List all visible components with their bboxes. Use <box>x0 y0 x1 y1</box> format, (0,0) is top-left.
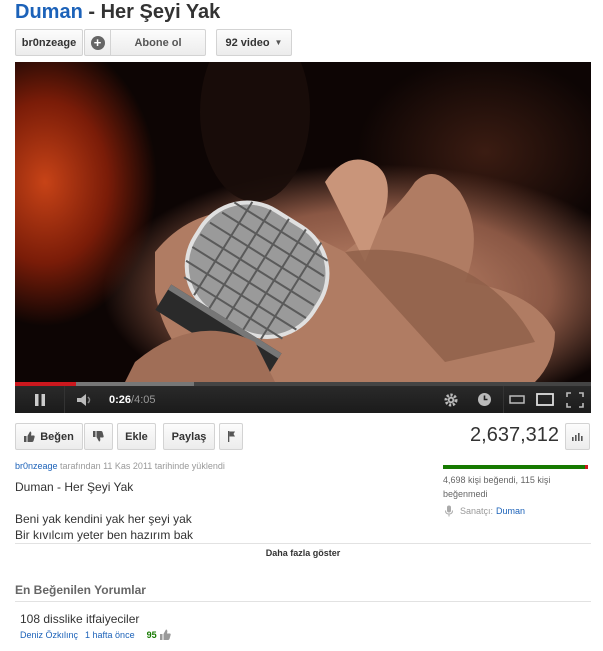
time-display: 0:26 / 4:05 <box>109 386 156 413</box>
large-player-icon[interactable] <box>532 386 558 413</box>
dislike-button[interactable] <box>84 423 113 450</box>
chevron-down-icon: ▼ <box>274 38 283 47</box>
comment-meta: Deniz Özkılınç 1 hafta önce 95 <box>20 629 171 640</box>
current-time: 0:26 <box>109 393 132 406</box>
view-count: 2,637,312 <box>470 424 559 446</box>
flag-button[interactable] <box>219 423 243 450</box>
small-player-icon[interactable] <box>503 386 529 413</box>
fullscreen-icon[interactable] <box>561 386 589 413</box>
subscribe-plus-icon: + <box>85 30 111 55</box>
comment-text: 108 disslike itfaiyeciler <box>20 612 140 626</box>
uploader-link[interactable]: br0nzeage <box>15 461 58 471</box>
subscribe-button[interactable]: + Abone ol <box>84 29 206 56</box>
like-dislike-bar <box>443 465 588 469</box>
watch-later-icon[interactable] <box>472 386 496 413</box>
artist-link[interactable]: Duman <box>496 506 525 516</box>
subscribe-label: Abone ol <box>134 36 182 49</box>
description-title: Duman - Her Şeyi Yak <box>15 480 134 494</box>
comments-divider <box>15 601 591 602</box>
video-player[interactable]: 0:26 / 4:05 <box>15 62 591 413</box>
video-title-separator: - <box>82 1 101 23</box>
thumbs-down-icon <box>93 431 104 442</box>
video-count-label: 92 video <box>225 36 270 49</box>
top-comments-heading: En Beğenilen Yorumlar <box>15 583 146 597</box>
comment-author[interactable]: Deniz Özkılınç <box>20 630 78 640</box>
thumbs-up-icon <box>24 431 35 442</box>
microphone-hand-image <box>125 62 555 382</box>
upload-date-text: tarafından 11 Kas 2011 tarihinde yüklend… <box>57 461 225 471</box>
share-label: Paylaş <box>171 430 207 443</box>
artist-info: Sanatçı: Duman <box>443 505 525 517</box>
microphone-icon <box>445 505 453 517</box>
upload-info: br0nzeage tarafından 11 Kas 2011 tarihin… <box>15 461 225 471</box>
comment-time[interactable]: 1 hafta önce <box>85 630 135 640</box>
stats-icon <box>572 433 583 441</box>
video-title-song: Her Şeyi Yak <box>100 1 221 23</box>
volume-icon[interactable] <box>70 386 100 413</box>
thumbs-up-icon[interactable] <box>159 629 171 640</box>
pause-icon[interactable] <box>15 386 65 413</box>
duration: 4:05 <box>134 393 156 406</box>
gear-icon[interactable] <box>439 386 463 413</box>
add-label: Ekle <box>125 430 148 443</box>
artist-label: Sanatçı: <box>460 506 494 516</box>
description-line-1: Beni yak kendini yak her şeyi yak <box>15 512 192 526</box>
show-more-button[interactable]: Daha fazla göster <box>15 543 591 562</box>
channel-name: br0nzeage <box>21 36 77 49</box>
rating-summary: 4,698 kişi beğendi, 115 kişi beğenmedi <box>443 475 551 499</box>
description-line-2: Bir kıvılcım yeter ben hazırım bak <box>15 528 194 542</box>
add-to-button[interactable]: Ekle <box>117 423 156 450</box>
video-count-dropdown[interactable]: 92 video ▼ <box>216 29 292 56</box>
comment-score: 95 <box>146 629 157 640</box>
channel-button[interactable]: br0nzeage <box>15 29 83 56</box>
like-bar-fill <box>443 465 585 469</box>
stats-button[interactable] <box>565 423 590 450</box>
video-title-artist[interactable]: Duman <box>15 1 83 23</box>
flag-icon <box>227 431 235 442</box>
like-button[interactable]: Beğen <box>15 423 83 450</box>
player-controls: 0:26 / 4:05 <box>15 386 591 413</box>
video-frame[interactable] <box>15 62 591 382</box>
share-button[interactable]: Paylaş <box>163 423 215 450</box>
video-title: Duman - Her Şeyi Yak <box>15 1 220 24</box>
like-label: Beğen <box>40 430 74 443</box>
